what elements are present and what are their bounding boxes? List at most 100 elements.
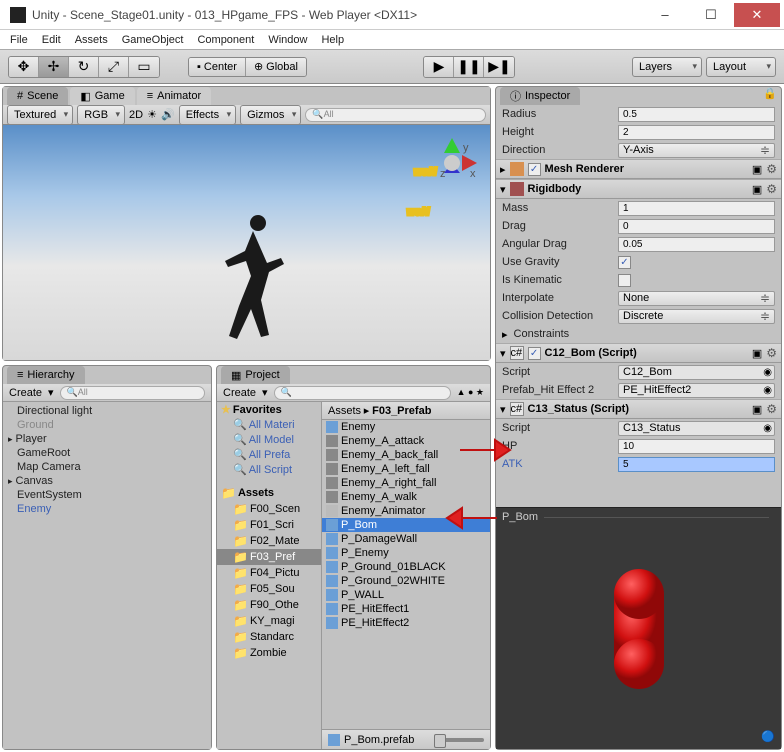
layers-dropdown[interactable]: Layers bbox=[632, 57, 702, 77]
gear-icon[interactable]: ⚙ bbox=[766, 346, 777, 360]
asset-item[interactable]: Enemy_Animator bbox=[322, 504, 490, 518]
close-button[interactable]: ✕ bbox=[734, 3, 780, 27]
project-create[interactable]: Create bbox=[223, 387, 256, 399]
folder-item[interactable]: 📁F02_Mate bbox=[217, 533, 321, 549]
mass-field[interactable]: 1 bbox=[618, 201, 775, 216]
fav-item[interactable]: 🔍All Script bbox=[217, 462, 321, 477]
tab-project[interactable]: ▦Project bbox=[221, 366, 290, 384]
drag-field[interactable]: 0 bbox=[618, 219, 775, 234]
angular-drag-field[interactable]: 0.05 bbox=[618, 237, 775, 252]
height-field[interactable]: 2 bbox=[618, 125, 775, 140]
hierarchy-item[interactable]: Enemy bbox=[3, 502, 211, 516]
fav-item[interactable]: 🔍All Prefa bbox=[217, 447, 321, 462]
menu-component[interactable]: Component bbox=[197, 34, 254, 46]
folder-item[interactable]: 📁F05_Sou bbox=[217, 581, 321, 597]
asset-item[interactable]: PE_HitEffect1 bbox=[322, 602, 490, 616]
hierarchy-list[interactable]: Directional light Ground Player GameRoot… bbox=[3, 402, 211, 749]
2d-toggle[interactable]: 2D bbox=[129, 109, 143, 121]
folder-item[interactable]: 📁Zombie bbox=[217, 645, 321, 661]
hand-tool[interactable]: ✥ bbox=[9, 57, 39, 77]
asset-item[interactable]: Enemy_A_left_fall bbox=[322, 462, 490, 476]
play-button[interactable]: ▶ bbox=[424, 57, 454, 77]
project-folders[interactable]: ★Favorites 🔍All Materi 🔍All Model 🔍All P… bbox=[217, 402, 322, 749]
help-icon[interactable]: ▣ bbox=[752, 347, 762, 360]
rect-tool[interactable]: ▭ bbox=[129, 57, 159, 77]
atk-field[interactable]: 5 bbox=[618, 457, 775, 472]
folder-item[interactable]: 📁F00_Scen bbox=[217, 501, 321, 517]
hierarchy-item[interactable]: Map Camera bbox=[3, 460, 211, 474]
tab-animator[interactable]: ≡Animator bbox=[137, 87, 211, 105]
tab-scene[interactable]: #Scene bbox=[7, 87, 68, 105]
hierarchy-item[interactable]: Canvas bbox=[3, 474, 211, 488]
folder-item[interactable]: 📁F90_Othe bbox=[217, 597, 321, 613]
asset-item[interactable]: Enemy_A_back_fall bbox=[322, 448, 490, 462]
hierarchy-search[interactable]: 🔍All bbox=[60, 386, 205, 400]
c12-script-field[interactable]: C12_Bom bbox=[618, 365, 775, 380]
light-icon[interactable]: ☀ bbox=[147, 108, 157, 121]
tab-game[interactable]: ◧Game bbox=[70, 87, 134, 105]
help-icon[interactable]: ▣ bbox=[752, 183, 762, 196]
gear-icon[interactable]: ⚙ bbox=[766, 402, 777, 416]
use-gravity-checkbox[interactable]: ✓ bbox=[618, 256, 631, 269]
asset-item[interactable]: Enemy_A_walk bbox=[322, 490, 490, 504]
favorites-header[interactable]: Favorites bbox=[233, 404, 282, 416]
gear-icon[interactable]: ⚙ bbox=[766, 162, 777, 176]
hierarchy-item[interactable]: Player bbox=[3, 432, 211, 446]
render-mode-dropdown[interactable]: Textured bbox=[7, 105, 73, 125]
is-kinematic-checkbox[interactable] bbox=[618, 274, 631, 287]
layout-dropdown[interactable]: Layout bbox=[706, 57, 776, 77]
rigidbody-header[interactable]: ▾Rigidbody▣⚙ bbox=[496, 179, 781, 199]
hierarchy-item[interactable]: EventSystem bbox=[3, 488, 211, 502]
preview-area[interactable]: P_Bom 🔵 bbox=[496, 507, 781, 749]
step-button[interactable]: ▶❚ bbox=[484, 57, 514, 77]
maximize-button[interactable]: ☐ bbox=[688, 3, 734, 27]
prefab-effect-field[interactable]: PE_HitEffect2 bbox=[618, 383, 775, 398]
asset-item[interactable]: P_DamageWall bbox=[322, 532, 490, 546]
folder-item[interactable]: 📁F01_Scri bbox=[217, 517, 321, 533]
assets-header[interactable]: 📁Assets bbox=[217, 485, 321, 501]
menu-gameobject[interactable]: GameObject bbox=[122, 34, 184, 46]
c13-status-header[interactable]: ▾c#C13_Status (Script)▣⚙ bbox=[496, 399, 781, 419]
menu-window[interactable]: Window bbox=[268, 34, 307, 46]
mesh-renderer-toggle[interactable]: ✓ bbox=[528, 163, 541, 176]
move-tool[interactable]: ✢ bbox=[39, 57, 69, 77]
tab-hierarchy[interactable]: ≡Hierarchy bbox=[7, 366, 85, 384]
breadcrumb[interactable]: Assets ▸ F03_Prefab bbox=[322, 402, 490, 420]
inspector-body[interactable]: Radius0.5 Height2 DirectionY-Axis ▸✓Mesh… bbox=[496, 105, 781, 507]
help-icon[interactable]: ▣ bbox=[752, 403, 762, 416]
asset-item[interactable]: PE_HitEffect2 bbox=[322, 616, 490, 630]
help-icon[interactable]: ▣ bbox=[752, 163, 762, 176]
orientation-gizmo[interactable]: y x z bbox=[422, 133, 482, 193]
menu-file[interactable]: File bbox=[10, 34, 28, 46]
collision-dropdown[interactable]: Discrete bbox=[618, 309, 775, 324]
tab-inspector[interactable]: ⓘInspector bbox=[500, 87, 580, 105]
constraints-label[interactable]: Constraints bbox=[514, 328, 570, 340]
asset-list[interactable]: Enemy Enemy_A_attack Enemy_A_back_fall E… bbox=[322, 420, 490, 729]
pivot-center[interactable]: ▪Center bbox=[189, 58, 246, 76]
menu-assets[interactable]: Assets bbox=[75, 34, 108, 46]
thumbnail-size-slider[interactable] bbox=[434, 738, 484, 742]
asset-item-selected[interactable]: P_Bom bbox=[322, 518, 490, 532]
effects-dropdown[interactable]: Effects bbox=[179, 105, 236, 125]
scale-tool[interactable]: ⤢ bbox=[99, 57, 129, 77]
audio-icon[interactable]: 🔊 bbox=[161, 108, 175, 121]
asset-item[interactable]: Enemy_A_attack bbox=[322, 434, 490, 448]
asset-item[interactable]: P_Ground_02WHITE bbox=[322, 574, 490, 588]
radius-field[interactable]: 0.5 bbox=[618, 107, 775, 122]
mesh-renderer-header[interactable]: ▸✓Mesh Renderer▣⚙ bbox=[496, 159, 781, 179]
asset-item[interactable]: P_WALL bbox=[322, 588, 490, 602]
folder-item[interactable]: 📁F04_Pictu bbox=[217, 565, 321, 581]
hierarchy-item[interactable]: Ground bbox=[3, 418, 211, 432]
hierarchy-item[interactable]: GameRoot bbox=[3, 446, 211, 460]
asset-item[interactable]: Enemy_A_right_fall bbox=[322, 476, 490, 490]
scene-viewport[interactable]: New New y x z bbox=[3, 125, 490, 360]
rotate-tool[interactable]: ↻ bbox=[69, 57, 99, 77]
pivot-global[interactable]: ⊕Global bbox=[246, 58, 306, 76]
scene-search[interactable]: 🔍All bbox=[305, 108, 486, 122]
c13-script-field[interactable]: C13_Status bbox=[618, 421, 775, 436]
pause-button[interactable]: ❚❚ bbox=[454, 57, 484, 77]
rgb-dropdown[interactable]: RGB bbox=[77, 105, 125, 125]
folder-item[interactable]: 📁Standarc bbox=[217, 629, 321, 645]
c12-toggle[interactable]: ✓ bbox=[528, 347, 541, 360]
lock-icon[interactable]: 🔒 bbox=[763, 87, 777, 105]
